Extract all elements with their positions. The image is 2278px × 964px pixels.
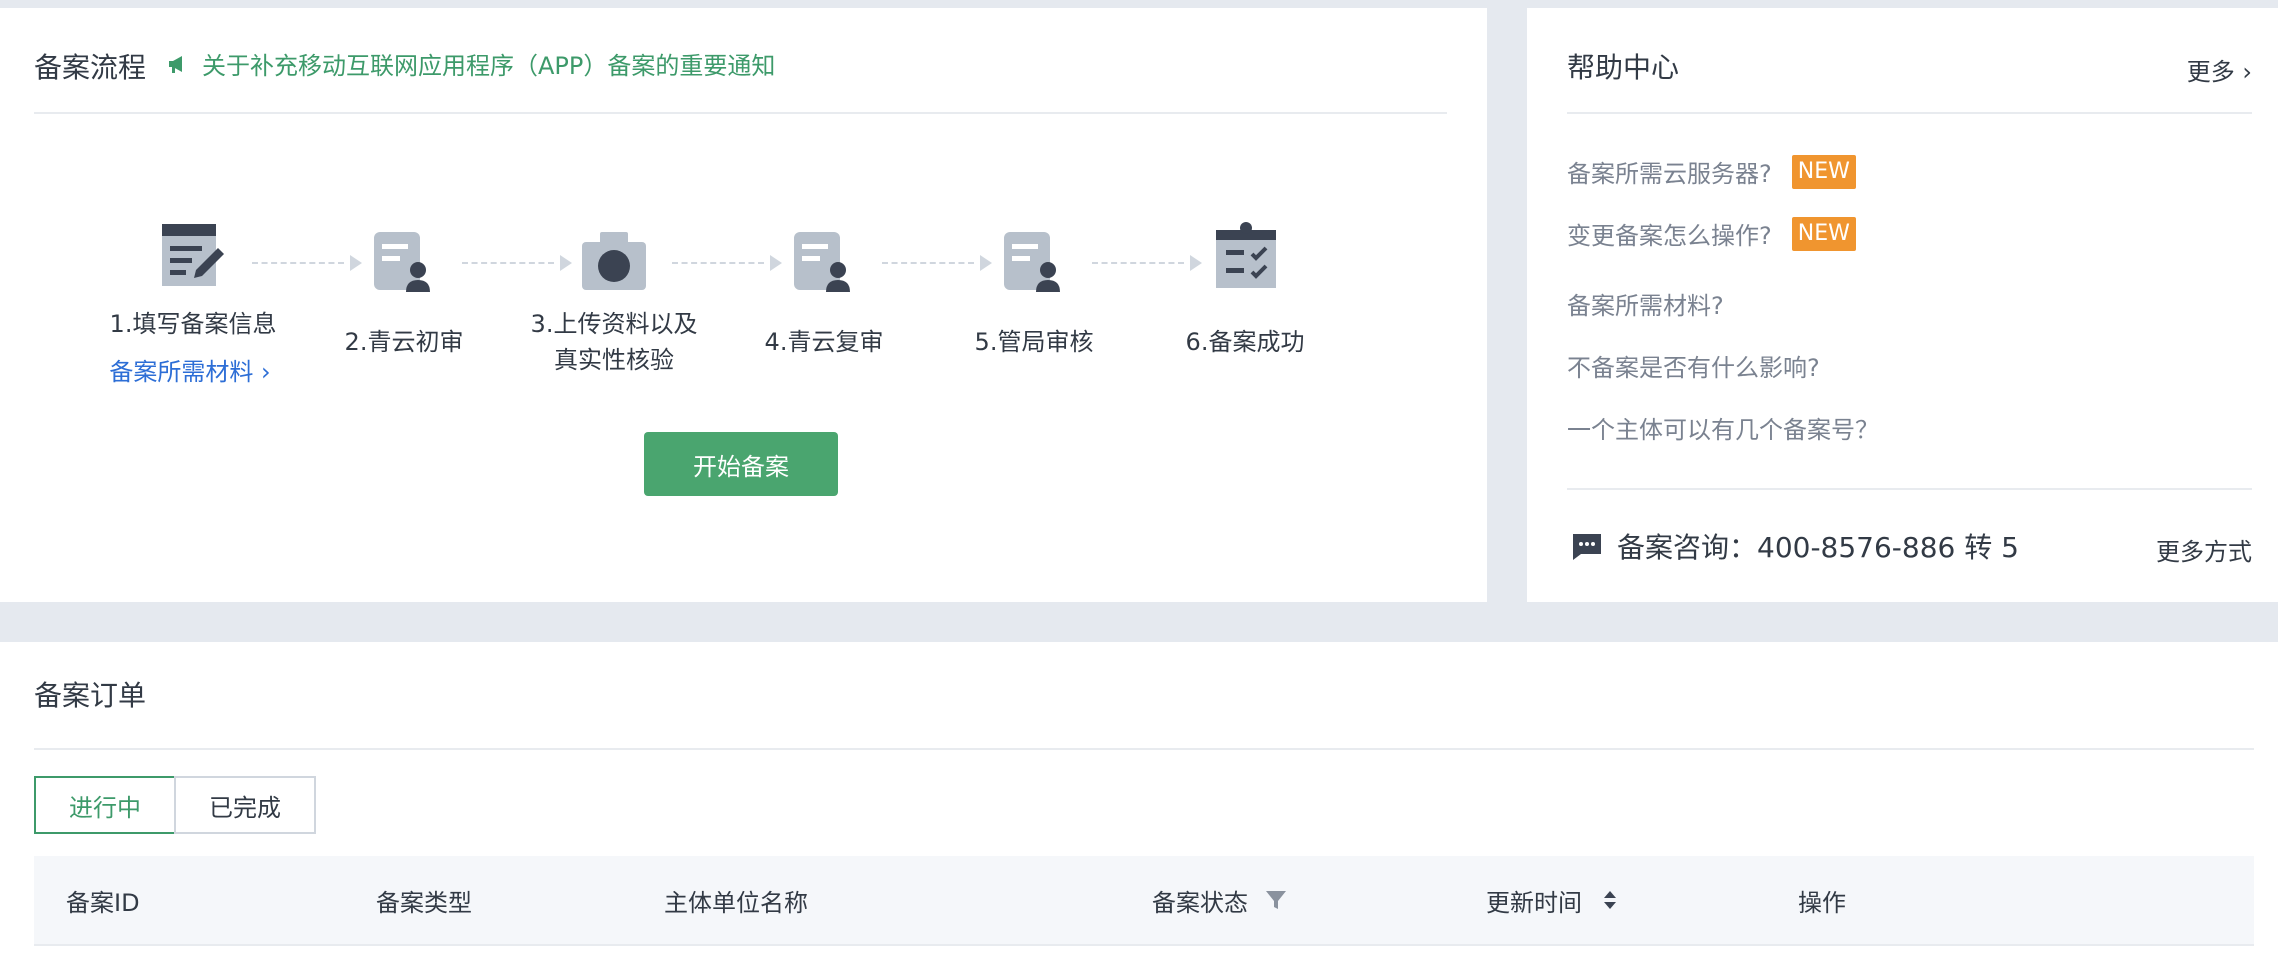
step-connector bbox=[672, 262, 764, 264]
step-4-label: 4.青云复审 bbox=[764, 328, 884, 356]
step-3-label: 3.上传资料以及 真实性核验 bbox=[531, 306, 698, 378]
step-6-label: 6.备案成功 bbox=[1185, 328, 1305, 356]
filing-process-card: 备案流程 关于补充移动互联网应用程序（APP）备案的重要通知 1.填写备案信息 … bbox=[0, 8, 1487, 602]
filter-icon[interactable] bbox=[1264, 888, 1288, 912]
step-1-label: 1.填写备案信息 bbox=[109, 310, 277, 338]
step-arrow bbox=[980, 255, 992, 271]
filing-orders-title: 备案订单 bbox=[34, 679, 147, 712]
new-badge: NEW bbox=[1791, 154, 1856, 189]
review-document-icon bbox=[374, 232, 430, 292]
step-arrow bbox=[560, 255, 572, 271]
faq-item[interactable]: 备案所需材料? bbox=[1567, 286, 1724, 321]
step-3-label-line1: 3.上传资料以及 bbox=[530, 310, 698, 338]
consult-text: 备案咨询：400-8576-886 转 5 bbox=[1617, 531, 2019, 564]
tab-in-progress[interactable]: 进行中 bbox=[34, 776, 176, 834]
column-entity-name: 主体单位名称 bbox=[664, 888, 808, 917]
faq-item[interactable]: 一个主体可以有几个备案号？ bbox=[1567, 410, 1879, 445]
new-badge: NEW bbox=[1791, 216, 1856, 251]
consult-hotline: 备案咨询：400-8576-886 转 5 bbox=[1571, 526, 2019, 566]
column-filing-status-label: 备案状态 bbox=[1152, 888, 1248, 917]
important-notice-link[interactable]: 关于补充移动互联网应用程序（APP）备案的重要通知 bbox=[166, 46, 775, 81]
step-5-label: 5.管局审核 bbox=[974, 328, 1094, 356]
start-filing-button[interactable]: 开始备案 bbox=[644, 432, 838, 496]
column-filing-type: 备案类型 bbox=[376, 888, 472, 917]
faq-item[interactable]: 变更备案怎么操作? NEW bbox=[1567, 216, 1856, 251]
column-update-time-label: 更新时间 bbox=[1486, 888, 1582, 917]
sort-icon[interactable] bbox=[1598, 888, 1622, 912]
help-center-title: 帮助中心 bbox=[1567, 51, 1680, 84]
tab-completed[interactable]: 已完成 bbox=[174, 776, 316, 834]
filing-process-title: 备案流程 bbox=[34, 51, 147, 84]
step-connector bbox=[462, 262, 554, 264]
faq-item[interactable]: 不备案是否有什么影响? bbox=[1567, 348, 1820, 383]
column-filing-status: 备案状态 bbox=[1152, 856, 1288, 944]
camera-icon bbox=[582, 232, 646, 290]
divider bbox=[1567, 488, 2252, 490]
faq-text: 不备案是否有什么影响? bbox=[1567, 354, 1820, 382]
step-arrow bbox=[770, 255, 782, 271]
chat-bubble-icon bbox=[1573, 534, 1601, 560]
clipboard-check-icon bbox=[1216, 222, 1276, 288]
step-arrow bbox=[350, 255, 362, 271]
divider bbox=[34, 748, 2254, 750]
required-materials-link[interactable]: 备案所需材料 › bbox=[109, 352, 270, 387]
orders-table-header: 备案ID 备案类型 主体单位名称 备案状态 更新时间 操作 bbox=[34, 856, 2254, 946]
more-contact-ways-link[interactable]: 更多方式 bbox=[2156, 532, 2252, 567]
notice-text: 关于补充移动互联网应用程序（APP）备案的重要通知 bbox=[202, 52, 776, 80]
help-center-card: 帮助中心 更多 › 备案所需云服务器? NEW 变更备案怎么操作? NEW 备案… bbox=[1527, 8, 2278, 602]
faq-text: 一个主体可以有几个备案号？ bbox=[1567, 416, 1879, 444]
order-status-tabs: 进行中 已完成 bbox=[34, 776, 316, 834]
column-actions: 操作 bbox=[1798, 888, 1846, 917]
faq-text: 变更备案怎么操作? bbox=[1567, 222, 1772, 250]
step-connector bbox=[1092, 262, 1184, 264]
step-2-label: 2.青云初审 bbox=[344, 328, 464, 356]
step-connector bbox=[252, 262, 344, 264]
faq-text: 备案所需材料? bbox=[1567, 292, 1724, 320]
faq-item[interactable]: 备案所需云服务器? NEW bbox=[1567, 154, 1856, 189]
step-arrow bbox=[1190, 255, 1202, 271]
step-3-label-line2: 真实性核验 bbox=[554, 346, 674, 374]
divider bbox=[34, 112, 1447, 114]
faq-text: 备案所需云服务器? bbox=[1567, 160, 1772, 188]
review-document-icon bbox=[1004, 232, 1060, 292]
megaphone-icon bbox=[169, 55, 182, 73]
divider bbox=[1567, 112, 2252, 114]
column-update-time: 更新时间 bbox=[1486, 856, 1622, 944]
review-document-icon bbox=[794, 232, 850, 292]
step-connector bbox=[882, 262, 974, 264]
help-more-link[interactable]: 更多 › bbox=[2187, 52, 2252, 87]
edit-form-icon bbox=[162, 224, 224, 286]
column-filing-id: 备案ID bbox=[66, 888, 140, 917]
filing-orders-card: 备案订单 进行中 已完成 备案ID 备案类型 主体单位名称 备案状态 更新时间 … bbox=[0, 642, 2278, 964]
